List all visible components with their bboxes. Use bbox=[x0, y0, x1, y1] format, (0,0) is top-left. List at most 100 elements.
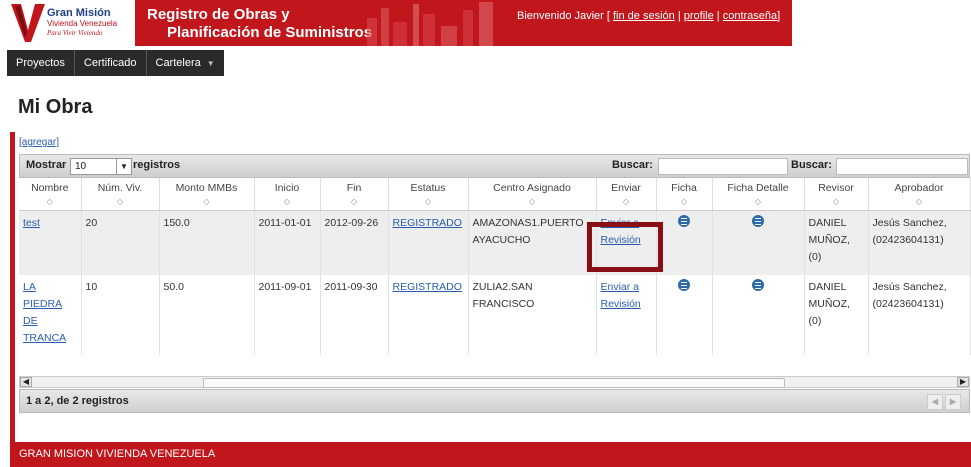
logo-subtitle: Vivienda Venezuela bbox=[47, 19, 118, 28]
main-nav: Proyectos Certificado Cartelera ▼ bbox=[7, 50, 224, 76]
search-label-2: Buscar: bbox=[791, 159, 832, 171]
col-header-enviar[interactable]: Enviar ◇ bbox=[596, 178, 657, 211]
separator: | bbox=[713, 10, 723, 22]
chevron-down-icon: ▼ bbox=[206, 59, 215, 68]
highlight-annotation bbox=[587, 222, 663, 272]
project-link[interactable]: LA PIEDRA DE TRANCA bbox=[23, 281, 66, 344]
col-header-aprobador[interactable]: Aprobador ◇ bbox=[868, 178, 971, 211]
page-size-select[interactable]: 10 ▼ bbox=[70, 158, 132, 175]
col-header-centro[interactable]: Centro Asignado ◇ bbox=[468, 178, 597, 211]
site-footer: GRAN MISION VIVIENDA VENEZUELA bbox=[15, 442, 971, 467]
sort-icon: ◇ bbox=[46, 197, 53, 206]
separator: | bbox=[674, 10, 684, 22]
chevron-down-icon: ▼ bbox=[116, 159, 131, 174]
cell-monto: 150.0 bbox=[159, 210, 255, 275]
cell-fin: 2012-09-26 bbox=[320, 210, 389, 275]
col-header-num-viv[interactable]: Núm. Viv. ◇ bbox=[81, 178, 160, 211]
nav-item-certificado[interactable]: Certificado bbox=[75, 50, 147, 76]
table-header-row: Nombre ◇ Núm. Viv. ◇ Monto MMBs ◇ Inicio ◇ F… bbox=[19, 178, 971, 211]
password-link[interactable]: contraseña bbox=[723, 10, 777, 22]
banner-title-line1: Registro de Obras y bbox=[147, 6, 290, 23]
search-input-2[interactable] bbox=[836, 158, 968, 175]
col-header-label: Ficha Detalle bbox=[727, 182, 789, 194]
welcome-text: Bienvenido Javier [ fin de sesión | prof… bbox=[517, 10, 780, 22]
status-link[interactable]: REGISTRADO bbox=[393, 281, 462, 293]
logout-link[interactable]: fin de sesión bbox=[613, 10, 675, 22]
cell-centro: AMAZONAS1.PUERTO AYACUCHO bbox=[468, 210, 597, 275]
col-header-label: Aprobador bbox=[894, 182, 944, 194]
scroll-left-icon[interactable]: ◀ bbox=[20, 377, 32, 387]
col-header-label: Enviar bbox=[611, 182, 641, 194]
projects-table: Nombre ◇ Núm. Viv. ◇ Monto MMBs ◇ Inicio ◇ F… bbox=[19, 178, 971, 355]
table-footer: 1 a 2, de 2 registros ◀ ▶ bbox=[19, 389, 970, 413]
records-label: registros bbox=[133, 159, 181, 171]
header-banner: Gran Misión Vivienda Venezuela Para Vivi… bbox=[7, 0, 792, 46]
col-header-nombre[interactable]: Nombre ◇ bbox=[19, 178, 82, 211]
table-row: LA PIEDRA DE TRANCA 10 50.0 2011-09-01 2… bbox=[19, 274, 971, 355]
sort-icon: ◇ bbox=[915, 197, 923, 206]
list-icon[interactable] bbox=[678, 278, 690, 291]
col-header-monto[interactable]: Monto MMBs ◇ bbox=[159, 178, 255, 211]
col-header-label: Ficha bbox=[671, 182, 697, 194]
sort-icon: ◇ bbox=[832, 197, 840, 206]
cell-revisor: DANIEL MUÑOZ, (0) bbox=[804, 210, 869, 275]
cell-nombre: test bbox=[19, 210, 82, 275]
cell-aprobador: Jesús Sanchez, (02423604131) bbox=[868, 210, 971, 275]
nav-item-label: Cartelera bbox=[155, 57, 201, 69]
cell-aprobador: Jesús Sanchez, (02423604131) bbox=[868, 274, 971, 355]
nav-item-cartelera[interactable]: Cartelera ▼ bbox=[147, 50, 224, 76]
list-icon[interactable] bbox=[752, 278, 764, 291]
cell-monto: 50.0 bbox=[159, 274, 255, 355]
cell-fin: 2011-09-30 bbox=[320, 274, 389, 355]
cell-nombre: LA PIEDRA DE TRANCA bbox=[19, 274, 82, 355]
sort-icon: ◇ bbox=[622, 197, 630, 206]
col-header-inicio[interactable]: Inicio ◇ bbox=[254, 178, 321, 211]
show-label: Mostrar bbox=[26, 159, 67, 171]
search-input[interactable] bbox=[658, 158, 788, 175]
project-link[interactable]: test bbox=[23, 217, 40, 229]
cell-inicio: 2011-09-01 bbox=[254, 274, 321, 355]
cell-centro: ZULIA2.SAN FRANCISCO bbox=[468, 274, 597, 355]
profile-link[interactable]: profile bbox=[684, 10, 714, 22]
sort-icon: ◇ bbox=[203, 197, 210, 206]
sort-icon: ◇ bbox=[680, 197, 688, 206]
logo-slogan: Para Vivir Viviendo bbox=[47, 29, 103, 37]
send-review-link[interactable]: Enviar a Revisión bbox=[601, 281, 641, 310]
sort-icon: ◇ bbox=[350, 197, 358, 206]
col-header-label: Monto MMBs bbox=[175, 182, 238, 194]
list-icon[interactable] bbox=[752, 215, 764, 227]
cell-num-viv: 10 bbox=[81, 274, 160, 355]
logo-title: Gran Misión bbox=[47, 7, 111, 19]
data-table-container: Mostrar 10 ▼ registros Buscar: Buscar: N… bbox=[19, 154, 971, 355]
col-header-estatus[interactable]: Estatus ◇ bbox=[388, 178, 469, 211]
col-header-label: Núm. Viv. bbox=[97, 182, 143, 194]
next-page-icon[interactable]: ▶ bbox=[945, 394, 961, 410]
col-header-label: Fin bbox=[346, 182, 362, 194]
sort-icon: ◇ bbox=[424, 197, 432, 206]
col-header-label: Revisor bbox=[818, 182, 854, 194]
col-header-revisor[interactable]: Revisor ◇ bbox=[804, 178, 869, 211]
cell-num-viv: 20 bbox=[81, 210, 160, 275]
scroll-thumb[interactable] bbox=[203, 378, 785, 388]
logo: Gran Misión Vivienda Venezuela Para Vivi… bbox=[7, 0, 135, 46]
cell-estatus: REGISTRADO bbox=[388, 274, 469, 355]
sort-icon: ◇ bbox=[116, 197, 124, 206]
status-link[interactable]: REGISTRADO bbox=[393, 217, 462, 229]
left-accent-bar bbox=[10, 132, 15, 467]
col-header-ficha-detalle[interactable]: Ficha Detalle ◇ bbox=[712, 178, 805, 211]
scroll-right-icon[interactable]: ▶ bbox=[957, 377, 969, 387]
banner-title-line2: Planificación de Suministros bbox=[167, 24, 373, 41]
cell-ficha-detalle bbox=[712, 274, 805, 355]
logo-v-icon bbox=[11, 4, 45, 42]
cell-inicio: 2011-01-01 bbox=[254, 210, 321, 275]
col-header-label: Inicio bbox=[274, 182, 300, 194]
sort-icon: ◇ bbox=[283, 197, 291, 206]
nav-item-proyectos[interactable]: Proyectos bbox=[7, 50, 75, 76]
list-icon[interactable] bbox=[678, 215, 690, 227]
page-size-value: 10 bbox=[75, 161, 87, 172]
col-header-ficha[interactable]: Ficha ◇ bbox=[656, 178, 713, 211]
horizontal-scrollbar[interactable]: ◀ ▶ bbox=[19, 376, 970, 388]
col-header-fin[interactable]: Fin ◇ bbox=[320, 178, 389, 211]
add-link[interactable]: [agregar] bbox=[19, 137, 59, 148]
prev-page-icon[interactable]: ◀ bbox=[927, 394, 943, 410]
